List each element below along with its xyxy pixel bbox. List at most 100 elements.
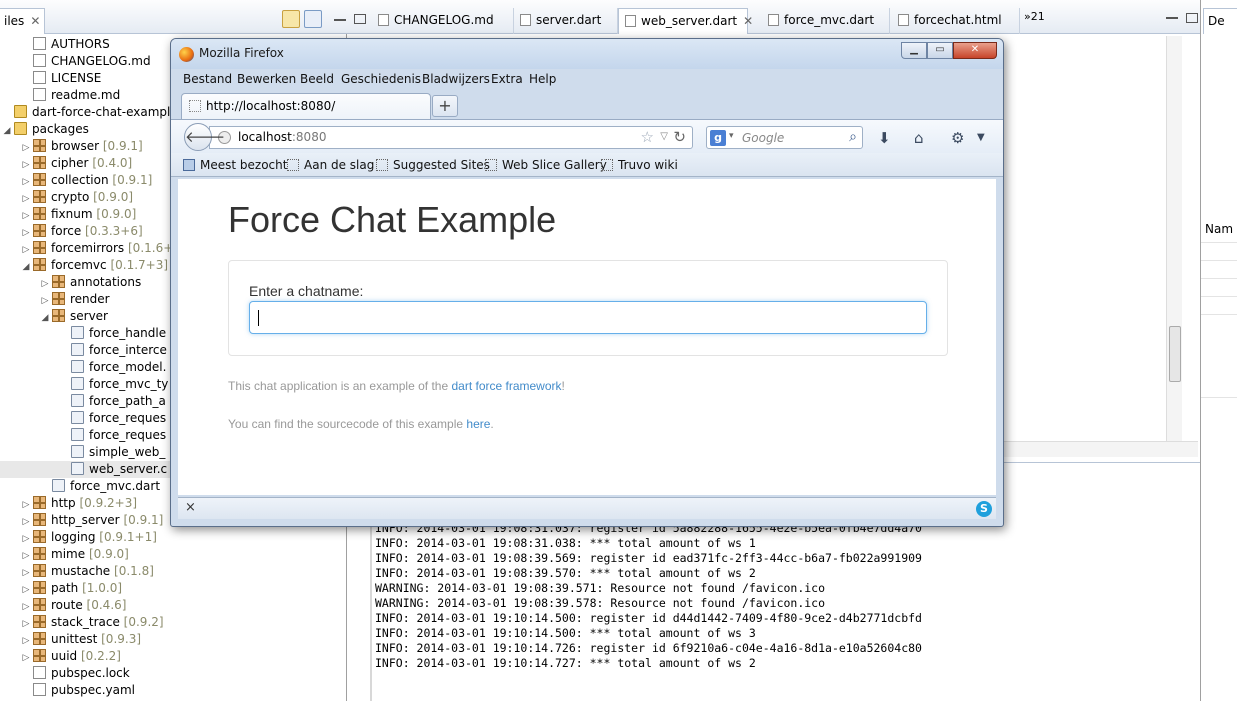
minimize-view-icon[interactable] xyxy=(334,18,346,21)
tree-item-label: mime xyxy=(51,547,86,561)
tree-item[interactable]: pubspec.lock xyxy=(0,665,346,682)
browser-tab-title: http://localhost:8080/ xyxy=(206,99,336,113)
menu-extra[interactable]: Extra xyxy=(491,72,523,86)
page-icon xyxy=(376,159,388,171)
divider xyxy=(1201,397,1237,398)
source-paragraph: You can find the sourcecode of this exam… xyxy=(228,417,494,431)
tree-item[interactable]: ▷ stack_trace [0.9.2] xyxy=(0,614,346,631)
tree-item-label: forcemvc xyxy=(51,258,107,272)
bookmark-item[interactable]: Suggested Sites xyxy=(376,158,490,172)
tree-item-label: force_mvc_ty xyxy=(89,377,169,391)
tab-files[interactable]: iles ✕ xyxy=(0,8,46,34)
bookmark-item[interactable]: Aan de slag xyxy=(287,158,374,172)
engine-dropdown-icon[interactable]: ▾ xyxy=(729,131,734,141)
bookmark-label: Truvo wiki xyxy=(618,158,678,172)
scrollbar-thumb[interactable] xyxy=(1169,326,1181,382)
more-tabs-button[interactable]: »21 xyxy=(1024,10,1045,23)
tree-item-label: crypto xyxy=(51,190,90,204)
link-with-editor-icon[interactable] xyxy=(282,10,300,28)
tree-item[interactable]: ▷ path [1.0.0] xyxy=(0,580,346,597)
search-bar[interactable]: g ▾ Google ⌕ xyxy=(706,126,863,149)
editor-vertical-scrollbar[interactable] xyxy=(1166,36,1182,442)
menu-geschiedenis[interactable]: Geschiedenis xyxy=(341,72,421,86)
maximize-view-icon[interactable] xyxy=(354,14,366,24)
window-titlebar[interactable]: Mozilla Firefox ▁ ▭ ✕ xyxy=(171,39,1003,69)
menu-bestand[interactable]: Bestand xyxy=(183,72,232,86)
menu-bar: Bestand Bewerken Beeld Geschiedenis Blad… xyxy=(171,70,1003,90)
console-line: INFO: 2014-03-01 19:10:14.727: *** total… xyxy=(375,656,756,670)
bookmark-item[interactable]: Meest bezocht xyxy=(183,158,287,172)
editor-tab[interactable]: forcechat.html xyxy=(892,8,1020,34)
back-button[interactable]: 🡐 xyxy=(184,123,225,151)
addon-icon[interactable]: ⚙ xyxy=(951,129,964,147)
tree-item[interactable]: ▷ logging [0.9.1+1] xyxy=(0,529,346,546)
console-line: WARNING: 2014-03-01 19:08:39.578: Resour… xyxy=(375,596,826,610)
tree-item[interactable]: pubspec.yaml xyxy=(0,682,346,699)
close-icon[interactable]: ✕ xyxy=(743,14,753,28)
source-text: You can find the sourcecode of this exam… xyxy=(228,417,467,431)
column-header-name[interactable]: Nam xyxy=(1205,222,1233,236)
editor-tab[interactable]: force_mvc.dart xyxy=(762,8,890,34)
downloads-icon[interactable]: ⬇ xyxy=(878,129,891,147)
history-dropdown-icon[interactable]: ▽ xyxy=(660,131,668,142)
tree-item[interactable]: ▷ uuid [0.2.2] xyxy=(0,648,346,665)
close-icon[interactable]: ✕ xyxy=(30,14,40,28)
bookmark-item[interactable]: Web Slice Gallery xyxy=(485,158,607,172)
search-icon[interactable]: ⌕ xyxy=(849,129,857,145)
home-icon[interactable]: ⌂ xyxy=(914,129,924,147)
editor-tab-active[interactable]: web_server.dart ✕ xyxy=(618,8,753,34)
menu-dropdown-icon[interactable]: ▼ xyxy=(977,132,985,143)
minimize-button[interactable]: ▁ xyxy=(901,42,927,59)
tree-item-label: cipher xyxy=(51,156,89,170)
console-line: INFO: 2014-03-01 19:08:39.570: *** total… xyxy=(375,566,756,580)
maximize-button[interactable]: ▭ xyxy=(927,42,953,59)
source-link[interactable]: here xyxy=(466,417,490,431)
tree-item-label: LICENSE xyxy=(51,71,102,85)
tree-item-label: force_interce xyxy=(89,343,167,357)
bookmark-item[interactable]: Truvo wiki xyxy=(601,158,678,172)
tree-item[interactable]: ▷ route [0.4.6] xyxy=(0,597,346,614)
google-icon[interactable]: g xyxy=(710,130,726,146)
skype-icon[interactable]: S xyxy=(976,501,992,517)
package-version: [0.9.1] xyxy=(102,139,143,153)
tree-item[interactable]: ▷ unittest [0.9.3] xyxy=(0,631,346,648)
editor-horizontal-scrollbar[interactable] xyxy=(1000,441,1198,457)
bookmark-star-icon[interactable]: ☆ xyxy=(641,128,654,146)
collapse-all-icon[interactable] xyxy=(304,10,322,28)
file-icon xyxy=(33,37,46,50)
url-bar[interactable]: localhost:8080 ☆ ▽ ↻ xyxy=(209,126,693,149)
tree-item[interactable]: ▷ mustache [0.1.8] xyxy=(0,563,346,580)
pkg-icon xyxy=(33,139,46,152)
menu-bladwijzers[interactable]: Bladwijzers xyxy=(422,72,490,86)
tree-item-label: force_handle xyxy=(89,326,167,340)
source-suffix: . xyxy=(490,417,494,431)
framework-link[interactable]: dart force framework xyxy=(451,379,561,393)
pkg-icon xyxy=(33,156,46,169)
tree-item-label: dart-force-chat-example xyxy=(32,105,178,119)
tab-debug[interactable]: De xyxy=(1203,8,1237,34)
tree-item[interactable]: ▷ mime [0.9.0] xyxy=(0,546,346,563)
maximize-view-icon[interactable] xyxy=(1186,12,1198,23)
menu-beeld[interactable]: Beeld xyxy=(300,72,334,86)
tree-item-label: pubspec.yaml xyxy=(51,683,135,697)
menu-help[interactable]: Help xyxy=(529,72,556,86)
browser-tab[interactable]: http://localhost:8080/ xyxy=(181,93,431,119)
debug-tab-label: De xyxy=(1208,14,1225,28)
chatname-input[interactable] xyxy=(249,301,927,334)
dart-icon xyxy=(71,377,84,390)
pkg-icon xyxy=(33,173,46,186)
close-window-button[interactable]: ✕ xyxy=(953,42,997,59)
page-icon xyxy=(189,100,201,112)
explorer-tab-bar: iles ✕ xyxy=(0,0,370,34)
tree-item-label: AUTHORS xyxy=(51,37,110,51)
package-version: [0.1.6+ xyxy=(128,241,174,255)
menu-bewerken[interactable]: Bewerken xyxy=(237,72,296,86)
minimize-view-icon[interactable] xyxy=(1166,16,1178,19)
editor-tab[interactable]: server.dart xyxy=(514,8,618,34)
dart-icon xyxy=(71,462,84,475)
new-tab-button[interactable]: + xyxy=(432,95,458,117)
reload-icon[interactable]: ↻ xyxy=(673,128,686,146)
file-icon xyxy=(33,666,46,679)
editor-tab[interactable]: CHANGELOG.md xyxy=(372,8,514,34)
close-addon-bar-icon[interactable]: × xyxy=(185,500,196,515)
